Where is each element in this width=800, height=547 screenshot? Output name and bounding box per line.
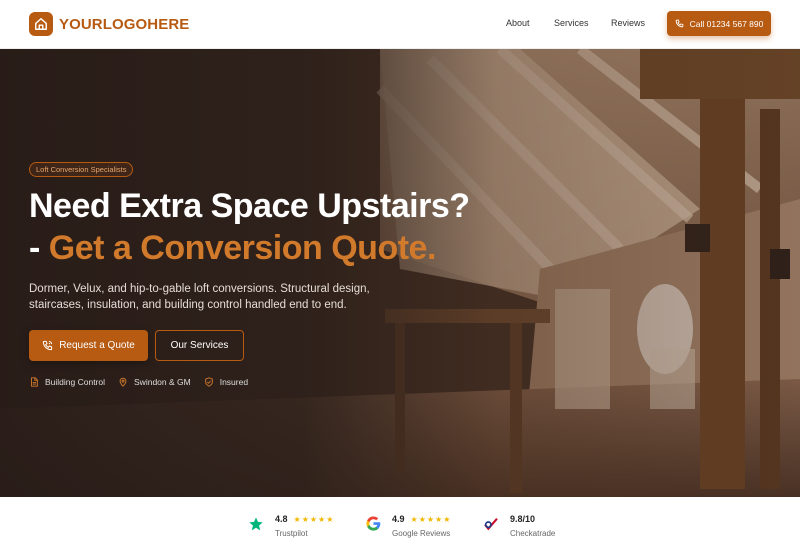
review-source: Checkatrade	[510, 529, 556, 538]
review-trustpilot[interactable]: 4.8 ★★★★★ Trustpilot	[247, 509, 334, 538]
reviews-bar: 4.8 ★★★★★ Trustpilot 4.9 ★★★★★ Google Revi…	[0, 497, 800, 547]
review-checkatrade[interactable]: 9.8/10 Checkatrade	[482, 509, 555, 538]
request-quote-label: Request a Quote	[59, 340, 135, 351]
trustpilot-star-icon	[247, 515, 265, 533]
logo[interactable]: YOURLOGOHERE	[29, 12, 189, 36]
our-services-button[interactable]: Our Services	[155, 330, 244, 361]
hero-trust-row: Building Control Swindon & GM Insured	[29, 377, 261, 387]
review-score: 9.8/10	[510, 514, 536, 524]
review-source: Trustpilot	[275, 529, 308, 538]
trust-label: Building Control	[45, 377, 106, 387]
hero-headline-line1: Need Extra Space Upstairs?	[29, 187, 470, 225]
call-button-label: Call 01234 567 890	[689, 18, 764, 29]
call-button[interactable]: Call 01234 567 890	[667, 11, 771, 36]
map-pin-icon	[119, 377, 127, 387]
review-stars: ★★★★★	[410, 515, 452, 524]
trust-label: Insured	[219, 377, 249, 387]
hero-overlay	[0, 49, 800, 497]
phone-icon	[675, 19, 683, 28]
review-source: Google Reviews	[392, 529, 451, 538]
document-icon	[31, 377, 38, 387]
trust-item-location: Swindon & GM	[118, 377, 191, 387]
review-score: 4.9	[392, 514, 405, 524]
review-score: 4.8	[275, 514, 288, 524]
trust-item-insured: Insured	[204, 377, 248, 387]
nav-about[interactable]: About	[506, 18, 530, 28]
google-icon	[364, 515, 382, 533]
site-header: YOURLOGOHERE About Services Reviews Call…	[0, 0, 800, 49]
hero-badge: Loft Conversion Specialists	[29, 162, 134, 177]
checkatrade-icon	[482, 515, 500, 533]
hero-section: Loft Conversion Specialists Need Extra S…	[0, 49, 800, 497]
hero-lead: Dormer, Velux, and hip-to-gable loft con…	[29, 283, 370, 311]
trust-item-building-control: Building Control	[29, 377, 105, 387]
nav-reviews[interactable]: Reviews	[611, 18, 645, 28]
hero-headline-accent: Get a Conversion Quote.	[48, 229, 437, 267]
hero-headline-line2: - Get a Conversion Quote.	[29, 228, 436, 269]
trust-label: Swindon & GM	[134, 377, 191, 387]
home-icon	[29, 12, 53, 36]
review-google[interactable]: 4.9 ★★★★★ Google Reviews	[364, 509, 451, 538]
shield-check-icon	[204, 377, 213, 387]
nav-services[interactable]: Services	[554, 18, 589, 28]
review-stars: ★★★★★	[293, 515, 335, 524]
phone-icon	[43, 340, 53, 351]
hero-headline-prefix: -	[29, 229, 49, 267]
request-quote-button[interactable]: Request a Quote	[29, 330, 148, 361]
logo-text: YOURLOGOHERE	[59, 15, 190, 33]
